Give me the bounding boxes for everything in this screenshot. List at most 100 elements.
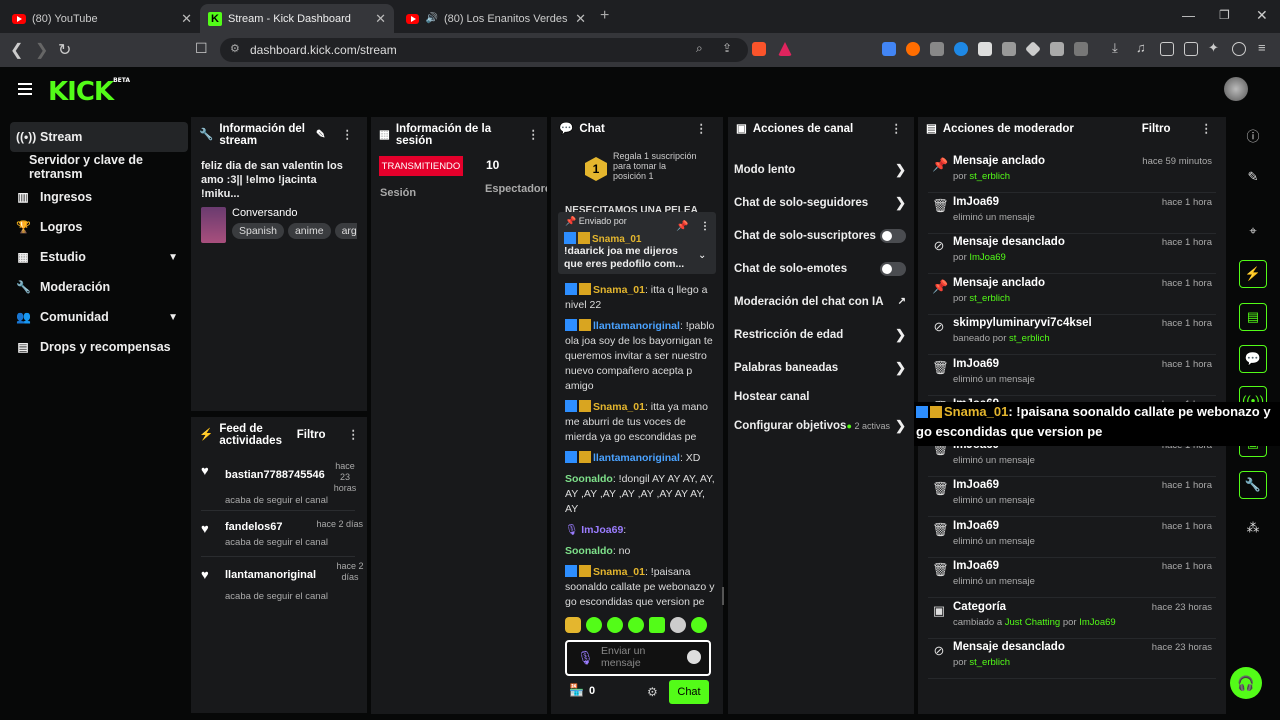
feed-user[interactable]: fandelos67 [225, 521, 282, 533]
emote-icon[interactable] [670, 617, 686, 633]
close-tab-icon[interactable]: ✕ [181, 11, 192, 27]
filter-button[interactable]: Filtro [1142, 123, 1171, 135]
pencil-icon[interactable]: ✎ [316, 129, 326, 141]
emote-icon[interactable] [628, 617, 644, 633]
minimize-icon[interactable]: — [1182, 8, 1195, 23]
pinned-user[interactable]: Snama_01 [592, 234, 641, 245]
vpn-icon[interactable] [1232, 42, 1246, 56]
kebab-menu-icon[interactable]: ⋮ [700, 221, 710, 232]
scrollbar[interactable] [722, 587, 724, 605]
document-icon[interactable]: ▤ [1239, 303, 1267, 331]
chat-input[interactable]: 🎙 Enviar un mensaje [565, 640, 711, 676]
channel-action-row[interactable]: Modo lento ❯ [728, 153, 914, 186]
wallet-icon[interactable] [1184, 42, 1198, 56]
emote-icon[interactable] [607, 617, 623, 633]
mod-user[interactable]: st_erblich [969, 293, 1010, 304]
pencil-icon[interactable]: ✎ [1239, 163, 1267, 191]
share-icon[interactable]: ⇪ [722, 41, 732, 55]
chat-username[interactable]: Snama_01 [593, 401, 645, 413]
channel-action-row[interactable]: Moderación del chat con IA ↗ [728, 285, 914, 318]
kebab-menu-icon[interactable]: ⋮ [528, 129, 540, 141]
feed-user[interactable]: llantamanoriginal [225, 569, 316, 581]
s-extension-icon[interactable] [954, 42, 968, 56]
gift-banner-text[interactable]: Regala 1 suscripción para tomar la posic… [613, 151, 697, 181]
brave-shield-icon[interactable] [752, 42, 766, 56]
music-icon[interactable]: ♫ [1136, 40, 1150, 55]
toggle-switch[interactable] [880, 228, 906, 243]
mod-user[interactable]: ImJoa69 [1079, 617, 1115, 628]
pinned-message[interactable]: 📌 Enviado por 📌 ⋮ Snama_01 !daarick joa … [558, 212, 716, 274]
zoom-icon[interactable]: ⌕ [696, 41, 703, 56]
leo-icon[interactable]: ✦ [1208, 40, 1222, 55]
sidebar-item-moderacion[interactable]: 🔧 Moderación [10, 272, 188, 302]
feed-user[interactable]: bastian7788745546 [225, 469, 325, 481]
store-icon[interactable]: 🏪 [569, 683, 584, 697]
sidebar-item-ingresos[interactable]: ▥ Ingresos [10, 182, 188, 212]
close-tab-icon[interactable]: ✕ [375, 11, 386, 27]
puzzle-icon[interactable] [1050, 42, 1064, 56]
menu-icon[interactable]: ≡ [1258, 40, 1272, 55]
target-icon[interactable]: ⌖ [1239, 217, 1267, 245]
gear-icon[interactable]: ⚙ [647, 685, 658, 699]
sidebar-item-estudio[interactable]: ▦ Estudio ▼ [10, 242, 188, 272]
chat-username[interactable]: Snama_01 [593, 566, 645, 578]
channel-action-row[interactable]: Chat de solo-seguidores ❯ [728, 186, 914, 219]
browser-tab-music[interactable]: 🔊 (80) Los Enanitos Verdes - La Mu ✕ [398, 4, 594, 33]
send-chat-button[interactable]: Chat [669, 680, 709, 704]
mod-user[interactable]: st_erblich [969, 657, 1010, 668]
info-icon[interactable]: ⓘ [1239, 121, 1267, 149]
translate-icon[interactable] [882, 42, 896, 56]
emote-icon[interactable] [565, 617, 581, 633]
category-name[interactable]: Conversando [232, 207, 357, 219]
shield-extension-icon[interactable] [930, 42, 944, 56]
wrench-icon[interactable]: 🔧 [1239, 471, 1267, 499]
kebab-menu-icon[interactable]: ⋮ [891, 123, 903, 135]
chat-username[interactable]: llantamanoriginal [593, 452, 680, 464]
tag-chip[interactable]: anime [287, 223, 331, 239]
category-thumbnail[interactable] [201, 207, 226, 243]
chat-username[interactable]: ImJoa69 [581, 524, 623, 536]
tag-chip[interactable]: arg [334, 223, 357, 239]
kebab-menu-icon[interactable]: ⋮ [696, 123, 708, 135]
channel-action-row[interactable]: Chat de solo-suscriptores [728, 219, 914, 252]
mod-user[interactable]: st_erblich [1009, 333, 1050, 344]
emote-icon[interactable] [586, 617, 602, 633]
download-icon[interactable]: ⤓ [1112, 40, 1126, 55]
kick-logo[interactable]: KICKBETA [48, 77, 130, 107]
sidebar-item-logros[interactable]: 🏆 Logros [10, 212, 188, 242]
window-close-icon[interactable]: ✕ [1256, 7, 1268, 24]
kebab-menu-icon[interactable]: ⋮ [348, 429, 360, 441]
channel-action-row[interactable]: Chat de solo-emotes [728, 252, 914, 285]
browser-tab-youtube[interactable]: (80) YouTube ✕ [4, 4, 200, 33]
chat-username[interactable]: Soonaldo [565, 473, 613, 485]
chat-bubble-icon[interactable]: 💬 [1239, 345, 1267, 373]
screenshot-icon[interactable] [1074, 42, 1088, 56]
close-tab-icon[interactable]: ✕ [575, 11, 586, 27]
emoji-icon[interactable] [687, 650, 701, 664]
grid-extension-icon[interactable] [1002, 42, 1016, 56]
hamburger-menu-icon[interactable] [18, 83, 32, 98]
sidebar-item-drops[interactable]: ▤ Drops y recompensas [10, 332, 188, 362]
support-headset-button[interactable]: 🎧 [1230, 667, 1262, 699]
kebab-menu-icon[interactable]: ⋮ [1201, 123, 1213, 135]
channel-action-row[interactable]: Palabras baneadas ❯ [728, 351, 914, 384]
channel-action-row[interactable]: Hostear canal [728, 384, 914, 409]
chevron-down-icon[interactable]: ⌄ [698, 250, 706, 261]
kebab-menu-icon[interactable]: ⋮ [342, 129, 354, 141]
emote-icon[interactable] [649, 617, 665, 633]
brave-rewards-icon[interactable] [778, 42, 792, 56]
unpin-icon[interactable]: 📌 [676, 221, 688, 232]
browser-tab-kick[interactable]: K Stream - Kick Dashboard ✕ [200, 4, 394, 33]
channel-action-row[interactable]: Restricción de edad ❯ [728, 318, 914, 351]
restore-icon[interactable]: ❐ [1219, 8, 1230, 22]
sidebar-toggle-icon[interactable] [1160, 42, 1174, 56]
chat-username[interactable]: Soonaldo [565, 545, 613, 557]
chat-username[interactable]: llantamanoriginal [593, 320, 680, 332]
mod-user[interactable]: Just Chatting [1005, 617, 1060, 628]
sidebar-item-server-key[interactable]: Servidor y clave de retransm [10, 152, 188, 182]
bookmark-icon[interactable]: ☐ [195, 40, 208, 57]
chat-username[interactable]: Snama_01 [593, 284, 645, 296]
tag-chip[interactable]: Spanish [232, 223, 284, 239]
bolt-icon[interactable]: ⚡ [1239, 260, 1267, 288]
sidebar-item-comunidad[interactable]: 👥 Comunidad ▼ [10, 302, 188, 332]
